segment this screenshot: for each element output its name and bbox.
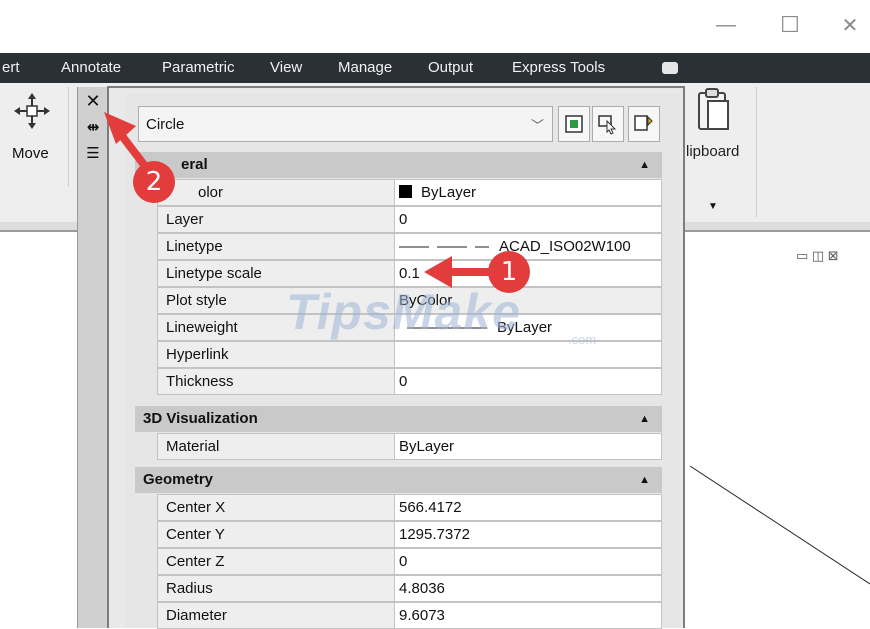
annotation-arrow-2 xyxy=(104,112,152,174)
annotation-badge-2: 2 xyxy=(133,161,175,203)
annotation-arrows xyxy=(104,112,509,288)
annotation-badge-1: 1 xyxy=(488,251,530,293)
